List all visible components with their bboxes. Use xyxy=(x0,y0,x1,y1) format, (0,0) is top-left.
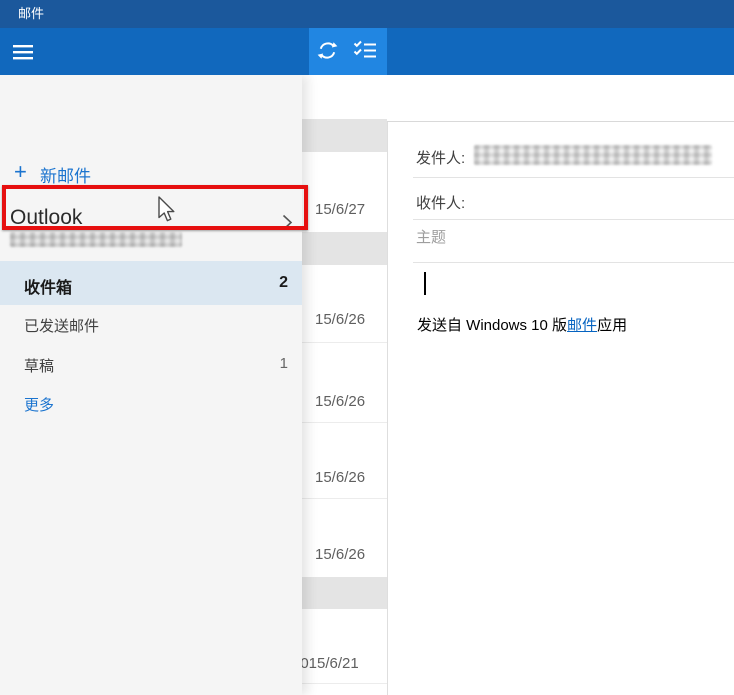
list-separator xyxy=(302,422,387,423)
pane-divider xyxy=(387,75,388,695)
draft-count-badge: 1 xyxy=(280,355,288,372)
title-bar: 邮件 xyxy=(0,0,734,28)
folder-sidebar: + 新邮件 Outlook 收件箱 2 已发送邮件 草稿 1 更多 xyxy=(0,75,302,695)
folder-label: 更多 xyxy=(24,394,54,415)
list-item-strip[interactable] xyxy=(302,577,387,609)
sidebar-item-more[interactable]: 更多 xyxy=(0,394,302,414)
field-divider xyxy=(413,262,734,263)
signature-suffix: 应用 xyxy=(597,317,627,334)
list-separator xyxy=(302,342,387,343)
account-email-redacted xyxy=(10,232,182,247)
list-item-date[interactable]: 2015/6/21 xyxy=(292,655,359,672)
sync-icon[interactable] xyxy=(314,37,340,63)
signature-mail-link[interactable]: 邮件 xyxy=(567,317,597,334)
folder-label: 收件箱 xyxy=(24,274,72,298)
mail-app-window: 15/6/27 15/6/26 15/6/26 15/6/26 15/6/26 … xyxy=(0,0,734,695)
mouse-cursor xyxy=(158,196,182,231)
signature-prefix: 发送自 Windows 10 版 xyxy=(417,317,567,334)
sidebar-item-drafts[interactable]: 草稿 1 xyxy=(0,355,302,375)
subject-input[interactable] xyxy=(414,228,718,247)
list-separator xyxy=(302,498,387,499)
sidebar-item-sent[interactable]: 已发送邮件 xyxy=(0,315,302,335)
list-item-strip[interactable] xyxy=(302,232,387,265)
list-item-date[interactable]: 15/6/27 xyxy=(315,201,365,218)
signature-line: 发送自 Windows 10 版邮件应用 xyxy=(417,314,627,335)
new-mail-label: 新邮件 xyxy=(40,162,91,187)
folder-label: 草稿 xyxy=(24,355,54,376)
new-mail-button[interactable]: + 新邮件 xyxy=(0,159,302,187)
list-item-date[interactable]: 15/6/26 xyxy=(315,546,365,563)
from-address-redacted xyxy=(474,145,712,165)
list-item-date[interactable]: 15/6/26 xyxy=(315,393,365,410)
plus-icon: + xyxy=(14,159,27,185)
command-bar xyxy=(0,28,309,75)
field-divider xyxy=(413,219,734,220)
list-item-strip[interactable] xyxy=(302,119,387,152)
list-item-date[interactable]: 15/6/26 xyxy=(315,311,365,328)
select-mode-icon[interactable] xyxy=(351,38,379,62)
annotation-red-box xyxy=(2,185,308,230)
sidebar-item-inbox[interactable]: 收件箱 2 xyxy=(0,261,302,305)
text-caret xyxy=(424,272,426,295)
folder-label: 已发送邮件 xyxy=(24,315,99,336)
list-separator xyxy=(302,683,387,684)
to-field-label[interactable]: 收件人: xyxy=(416,192,465,213)
hamburger-menu-button[interactable] xyxy=(10,40,36,64)
ribbon-tab-bar xyxy=(387,28,734,75)
unread-count-badge: 2 xyxy=(279,274,288,292)
format-toolbar xyxy=(387,75,734,122)
field-divider xyxy=(413,177,734,178)
list-command-bar xyxy=(309,28,387,75)
app-title: 邮件 xyxy=(18,0,44,28)
from-field-label[interactable]: 发件人: xyxy=(416,147,465,168)
list-item-date[interactable]: 15/6/26 xyxy=(315,469,365,486)
